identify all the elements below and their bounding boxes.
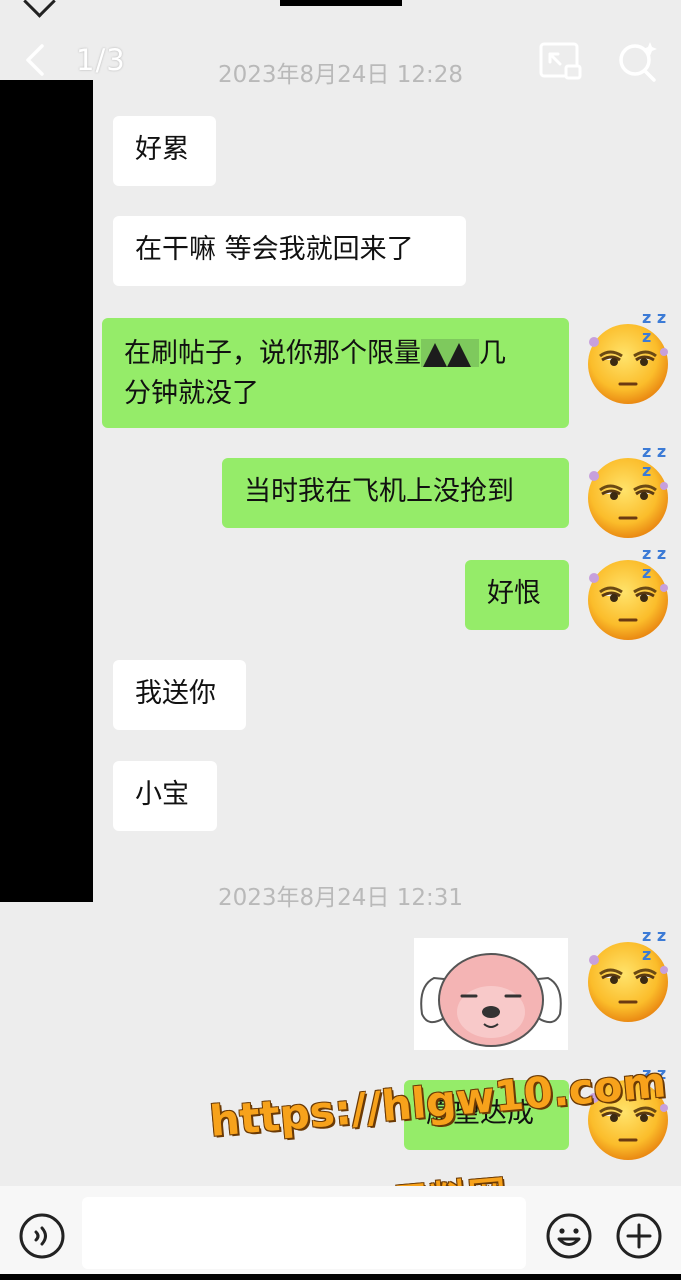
status-notch — [280, 0, 402, 6]
message-text: 好恨 — [487, 578, 541, 609]
sleepy-face-emoji-avatar[interactable]: z z z — [580, 442, 676, 542]
home-indicator — [0, 1274, 681, 1280]
zz-mark: z z z — [642, 926, 667, 964]
message-text: 小宝 — [135, 779, 189, 810]
pink-puppy-sticker[interactable] — [414, 938, 568, 1050]
message-text: 我送你 — [135, 678, 216, 709]
message-bubble-outgoing[interactable]: 在刷帖子，说你那个限量 几 分钟就没了 — [102, 318, 569, 428]
message-text: 在干嘛 等会我就回来了 — [135, 234, 414, 265]
message-bubble-outgoing[interactable]: 当时我在飞机上没抢到 — [222, 458, 569, 528]
message-bubble-outgoing[interactable]: 好恨 — [465, 560, 569, 630]
voice-icon[interactable] — [18, 1212, 66, 1260]
sleepy-face-emoji-avatar[interactable]: z z z — [580, 308, 676, 408]
zz-mark: z z z — [642, 308, 667, 346]
sleepy-face-emoji-avatar[interactable]: z z z — [580, 926, 676, 1026]
zz-mark: z z z — [642, 442, 667, 480]
zz-mark: z z z — [642, 544, 667, 582]
censored-mark — [421, 339, 479, 367]
emoji-icon[interactable] — [545, 1212, 593, 1260]
message-text: 几 — [479, 338, 506, 369]
timestamp: 2023年8月24日 12:28 — [217, 62, 464, 88]
message-bubble-incoming[interactable]: 在干嘛 等会我就回来了 — [113, 216, 466, 286]
redacted-area — [0, 80, 93, 902]
message-bubble-incoming[interactable]: 我送你 — [113, 660, 246, 730]
message-input[interactable] — [82, 1197, 526, 1269]
message-text: 在刷帖子，说你那个限量 — [124, 338, 421, 369]
timestamp: 2023年8月24日 12:31 — [217, 885, 464, 911]
message-bubble-incoming[interactable]: 小宝 — [113, 761, 217, 831]
add-icon[interactable] — [615, 1212, 663, 1260]
message-text: 当时我在飞机上没抢到 — [244, 476, 514, 507]
sleepy-face-emoji-avatar[interactable]: z z z — [580, 544, 676, 644]
message-bubble-incoming[interactable]: 好累 — [113, 116, 216, 186]
message-text: 好累 — [135, 134, 189, 165]
message-text: 分钟就没了 — [124, 378, 259, 409]
corner-mark — [23, 0, 56, 18]
